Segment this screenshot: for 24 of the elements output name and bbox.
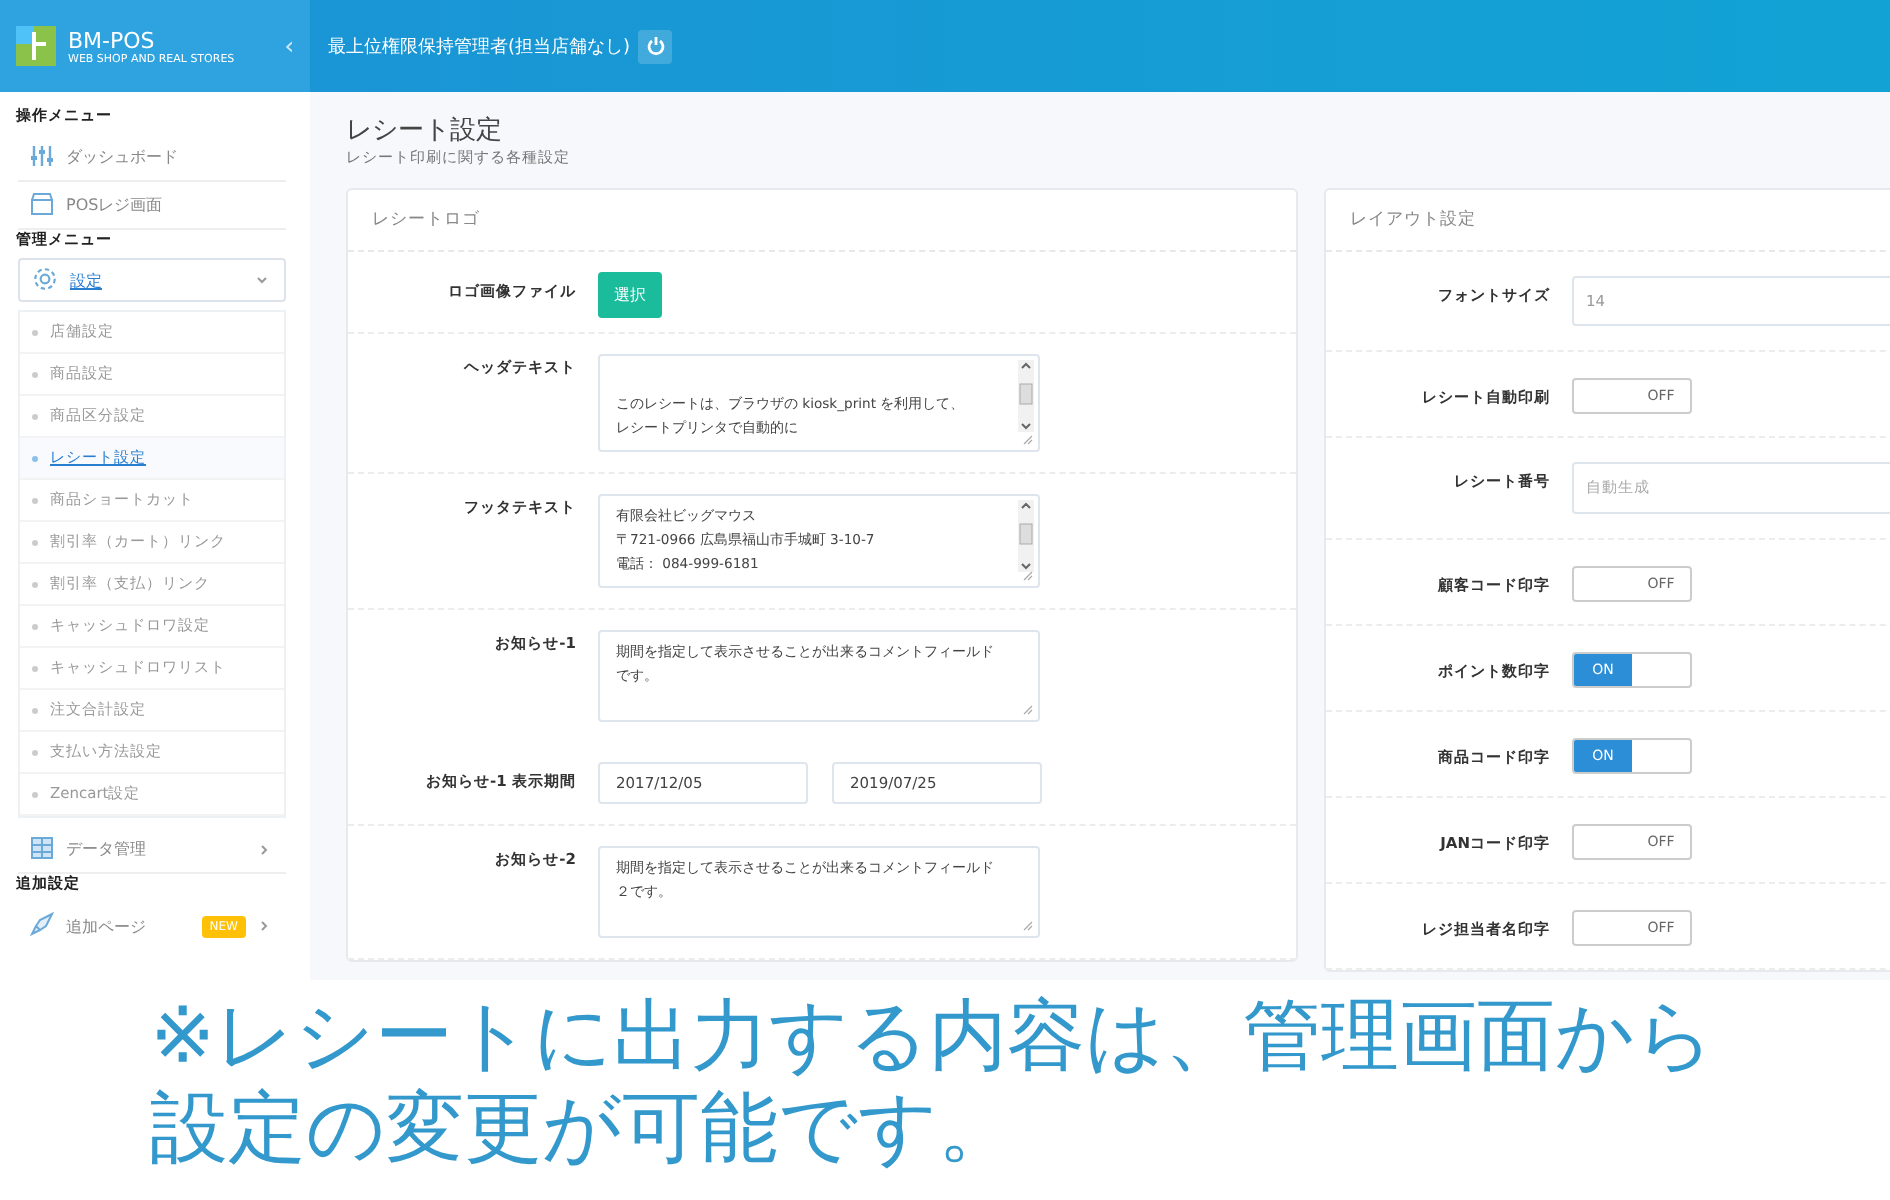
spreadsheet-icon	[30, 835, 54, 859]
power-icon	[645, 36, 666, 56]
card-title: レシートロゴ	[348, 190, 1296, 252]
resize-grip-icon	[1022, 434, 1034, 446]
logout-button[interactable]	[638, 29, 673, 63]
page-title: レシート設定	[346, 114, 504, 148]
settings-icon	[32, 265, 58, 291]
sidebar-item[interactable]: データ管理	[18, 826, 286, 874]
caption-text: ※レシートに出力する内容は、管理画面から設定の変更が可能です。	[148, 990, 1718, 1176]
rocket-icon	[30, 912, 54, 936]
store-icon	[30, 191, 54, 215]
user-name: 最上位権限保持管理者(担当店舗なし)	[328, 35, 631, 59]
brand-name: BM-POS	[68, 27, 157, 53]
resize-grip-icon	[1022, 570, 1034, 582]
logo-icon	[16, 26, 56, 66]
sidebar-item[interactable]: ダッシュボード	[18, 134, 286, 182]
card-title: レイアウト設定	[1326, 190, 1890, 252]
resize-grip-icon	[1022, 920, 1034, 932]
resize-grip-icon	[1022, 704, 1034, 716]
select-button[interactable]: 選択	[598, 272, 662, 318]
sliders-icon	[30, 143, 54, 167]
collapse-button[interactable]: ‹	[284, 32, 294, 60]
sidebar-item[interactable]: 設定	[18, 258, 286, 302]
sidebar-item[interactable]: POSレジ画面	[18, 182, 286, 230]
